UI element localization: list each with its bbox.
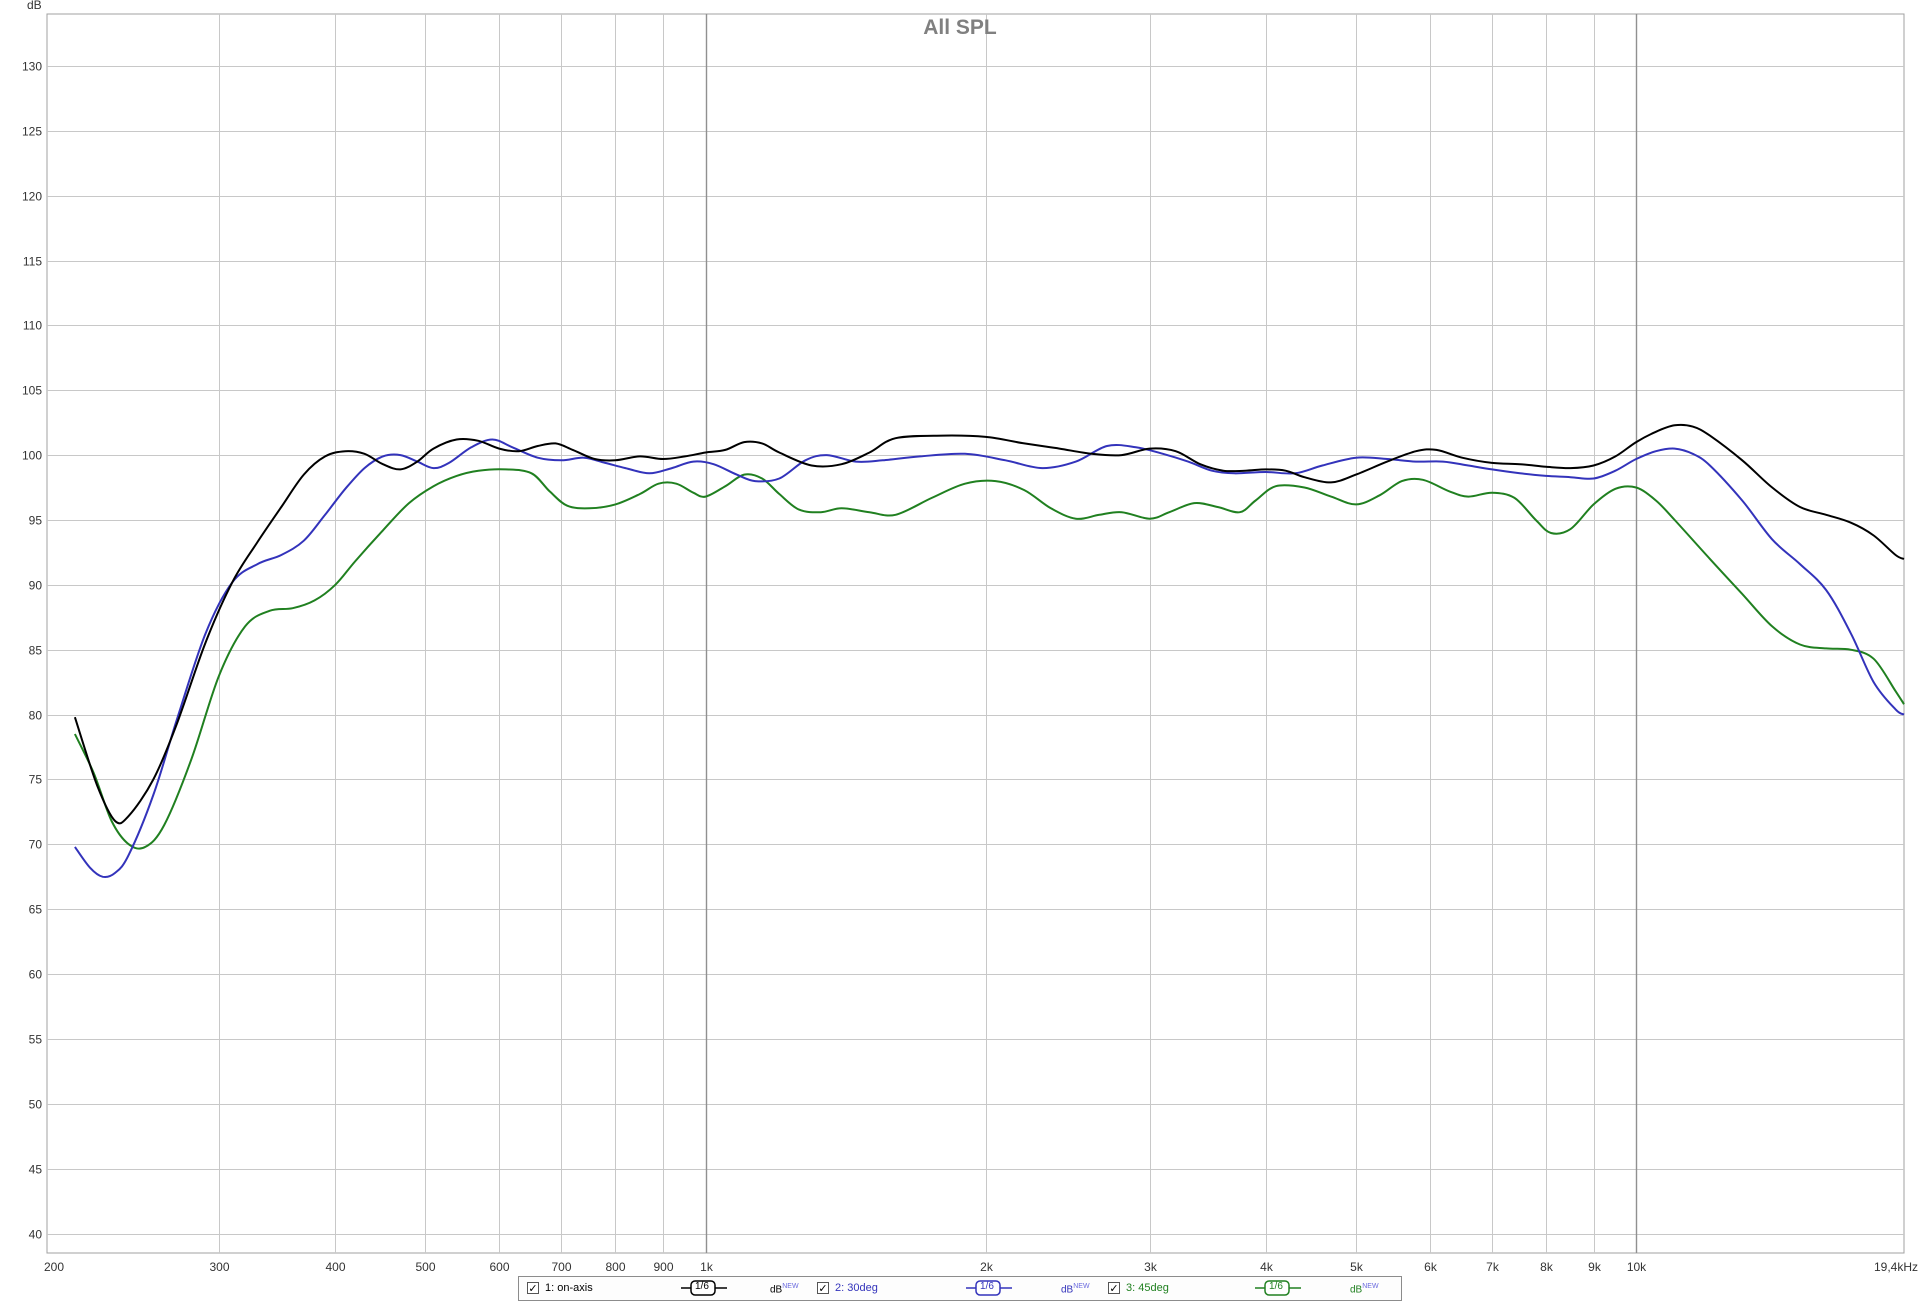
unit-label: dBNEW (1350, 1283, 1379, 1296)
x-tick-label: 9k (1588, 1260, 1602, 1274)
smoothing-label: 1/6 (980, 1281, 994, 1292)
smoothing-label: 1/6 (1269, 1281, 1283, 1292)
y-tick-label: 50 (29, 1098, 43, 1112)
y-tick-label: 105 (22, 384, 42, 398)
legend-label: 2: 30deg (835, 1282, 878, 1294)
x-tick-label: 400 (325, 1260, 345, 1274)
unit-label: dBNEW (1061, 1283, 1090, 1296)
y-tick-label: 125 (22, 125, 42, 139)
x-tick-label: 2k (980, 1260, 994, 1274)
x-tick-label: 700 (551, 1260, 571, 1274)
y-tick-label: 45 (29, 1163, 43, 1177)
x-tick-label: 6k (1424, 1260, 1438, 1274)
legend-item-on-axis[interactable]: ✓ 1: on-axis 1/6 dBNEW (523, 1277, 811, 1300)
y-tick-label: 40 (29, 1228, 43, 1242)
x-tick-label: 900 (653, 1260, 673, 1274)
y-tick-label: 100 (22, 449, 42, 463)
smoothing-selector[interactable]: 1/6 (1255, 1279, 1301, 1297)
checkbox-icon[interactable]: ✓ (527, 1282, 539, 1295)
smoothing-selector[interactable]: 1/6 (681, 1279, 727, 1297)
plot-frame (46, 13, 1905, 1254)
x-tick-label: 19,4kHz (1874, 1260, 1918, 1274)
x-tick-label: 5k (1350, 1260, 1364, 1274)
unit-label: dBNEW (770, 1283, 799, 1296)
y-tick-label: 120 (22, 190, 42, 204)
y-tick-label: 115 (23, 255, 42, 269)
y-tick-label: 110 (23, 319, 42, 333)
y-tick-label: 55 (29, 1033, 43, 1047)
legend-bar: ✓ 1: on-axis 1/6 dBNEW ✓ 2: 30deg 1/6 dB… (518, 1276, 1402, 1301)
x-tick-label: 800 (605, 1260, 625, 1274)
smoothing-selector[interactable]: 1/6 (966, 1279, 1012, 1297)
legend-label: 3: 45deg (1126, 1282, 1169, 1294)
grid-layer (46, 13, 1905, 1254)
y-tick-label: 130 (22, 60, 42, 74)
y-tick-label: 60 (29, 968, 43, 982)
x-tick-label: 600 (489, 1260, 509, 1274)
y-tick-label: 75 (29, 773, 43, 787)
y-tick-label: 70 (29, 838, 43, 852)
chart-title: All SPL (923, 16, 997, 39)
checkbox-icon[interactable]: ✓ (1108, 1282, 1120, 1295)
y-tick-label: 80 (29, 709, 43, 723)
legend-item-30deg[interactable]: ✓ 2: 30deg 1/6 dBNEW (815, 1277, 1103, 1300)
x-tick-label: 8k (1540, 1260, 1554, 1274)
chart-svg: 40 45 50 55 60 65 70 75 80 85 90 95 100 105 110 115 120 1… (22, 0, 1918, 1274)
x-tick-label: 500 (415, 1260, 435, 1274)
y-tick-label: 85 (29, 644, 43, 658)
legend-label: 1: on-axis (545, 1282, 593, 1294)
x-tick-label: 3k (1144, 1260, 1158, 1274)
smoothing-label: 1/6 (695, 1281, 709, 1292)
x-tick-label: 10k (1627, 1260, 1647, 1274)
y-axis-label: dB (27, 0, 42, 12)
legend-item-45deg[interactable]: ✓ 3: 45deg 1/6 dBNEW (1104, 1277, 1399, 1300)
x-tick-label: 4k (1260, 1260, 1274, 1274)
y-tick-label: 90 (29, 579, 43, 593)
x-tick-label: 200 (44, 1260, 64, 1274)
spl-chart: 40 45 50 55 60 65 70 75 80 85 90 95 100 105 110 115 120 1… (0, 0, 1920, 1303)
x-tick-label: 7k (1486, 1260, 1500, 1274)
y-tick-label: 65 (29, 903, 43, 917)
x-tick-label: 1k (700, 1260, 714, 1274)
checkbox-icon[interactable]: ✓ (817, 1282, 829, 1295)
y-tick-label: 95 (29, 514, 43, 528)
x-tick-label: 300 (209, 1260, 229, 1274)
